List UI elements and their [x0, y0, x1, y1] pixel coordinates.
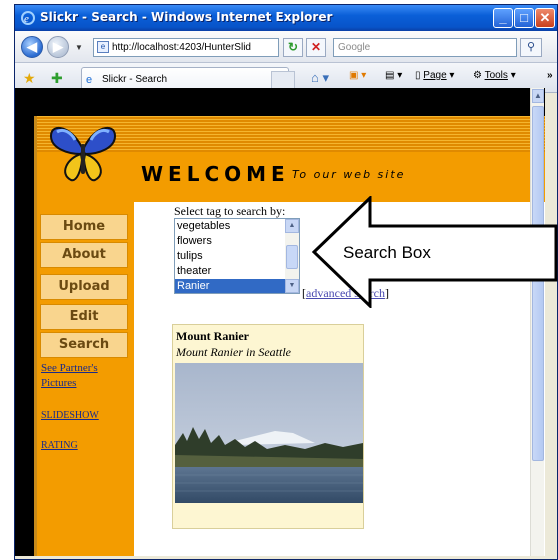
- butterfly-logo-icon: [49, 126, 117, 182]
- nav-upload-button[interactable]: Upload: [40, 274, 128, 300]
- stop-button[interactable]: ✕: [306, 38, 326, 57]
- tag-option[interactable]: theater: [175, 264, 299, 279]
- sidebar: Home About Upload Edit Search See Partne…: [37, 202, 134, 556]
- title-bar: e Slickr - Search - Windows Internet Exp…: [15, 5, 557, 31]
- tag-option[interactable]: vegetables: [175, 219, 299, 234]
- address-text: http://localhost:4203/HunterSlid: [112, 42, 251, 53]
- page-icon: e: [97, 41, 109, 53]
- tag-listbox[interactable]: vegetables flowers tulips theater Ranier…: [174, 218, 300, 294]
- forward-button[interactable]: ▶: [47, 36, 69, 58]
- ie-icon: e: [21, 11, 35, 25]
- address-toolbar: ◀ ▶ ▼ e http://localhost:4203/HunterSlid…: [15, 31, 557, 63]
- partners-pictures-link[interactable]: See Partner's: [41, 362, 98, 374]
- tools-menu[interactable]: ⚙ Tools ▾: [473, 70, 516, 81]
- website: WELCOME To our web site Home About Uploa…: [34, 116, 545, 556]
- mount-ranier-photo[interactable]: [175, 363, 363, 503]
- tag-option[interactable]: flowers: [175, 234, 299, 249]
- close-button[interactable]: ✕: [535, 8, 555, 28]
- search-go-button[interactable]: ⚲: [520, 38, 542, 57]
- search-input[interactable]: Google: [333, 38, 517, 57]
- tag-select-label: Select tag to search by:: [174, 204, 286, 218]
- nav-about-button[interactable]: About: [40, 242, 128, 268]
- page-menu[interactable]: ▯ Page ▾: [415, 70, 454, 81]
- site-banner: WELCOME To our web site: [37, 116, 545, 202]
- result-title: Mount Ranier: [176, 329, 249, 343]
- svg-text:e: e: [24, 13, 29, 25]
- tab-ie-icon: e: [86, 74, 93, 86]
- callout-label: Search Box: [343, 243, 431, 262]
- back-button[interactable]: ◀: [21, 36, 43, 58]
- scroll-up-icon[interactable]: ▲: [532, 89, 544, 103]
- feeds-icon[interactable]: ▣ ▾: [349, 70, 366, 81]
- tagline: To our web site: [292, 168, 406, 181]
- address-bar[interactable]: e http://localhost:4203/HunterSlid ▼: [93, 38, 279, 57]
- print-icon[interactable]: ▤ ▾: [385, 70, 402, 81]
- favorites-star-icon[interactable]: ★: [23, 70, 36, 87]
- tab-label: Slickr - Search: [102, 74, 168, 85]
- chevron-more-icon[interactable]: »: [547, 70, 553, 81]
- minimize-button[interactable]: _: [493, 8, 513, 28]
- result-caption: Mount Ranier in Seattle: [176, 345, 291, 359]
- add-favorites-icon[interactable]: ✚: [51, 70, 63, 87]
- window-title: Slickr - Search - Windows Internet Explo…: [40, 10, 333, 24]
- page-scrollbar[interactable]: ▲: [530, 88, 544, 556]
- new-tab-button[interactable]: [271, 71, 295, 89]
- nav-home-button[interactable]: Home: [40, 214, 128, 240]
- tag-option[interactable]: tulips: [175, 249, 299, 264]
- result-card: Mount Ranier Mount Ranier in Seattle: [172, 324, 364, 529]
- recent-pages-dropdown-icon[interactable]: ▼: [75, 43, 83, 52]
- tools-menu-label: Tools: [484, 70, 508, 81]
- nav-search-button[interactable]: Search: [40, 332, 128, 358]
- home-icon[interactable]: ⌂ ▾: [311, 70, 329, 86]
- tag-option-selected[interactable]: Ranier: [175, 279, 299, 293]
- page-viewport: WELCOME To our web site Home About Uploa…: [15, 88, 545, 556]
- rating-link[interactable]: RATING: [41, 440, 78, 451]
- partners-pictures-link-line2[interactable]: Pictures: [41, 377, 76, 389]
- page-menu-label: Page: [423, 70, 447, 81]
- nav-edit-button[interactable]: Edit: [40, 304, 128, 330]
- refresh-button[interactable]: ↻: [283, 38, 303, 57]
- maximize-button[interactable]: □: [514, 8, 534, 28]
- slideshow-link[interactable]: SLIDESHOW: [41, 410, 99, 421]
- welcome-heading: WELCOME: [141, 162, 290, 186]
